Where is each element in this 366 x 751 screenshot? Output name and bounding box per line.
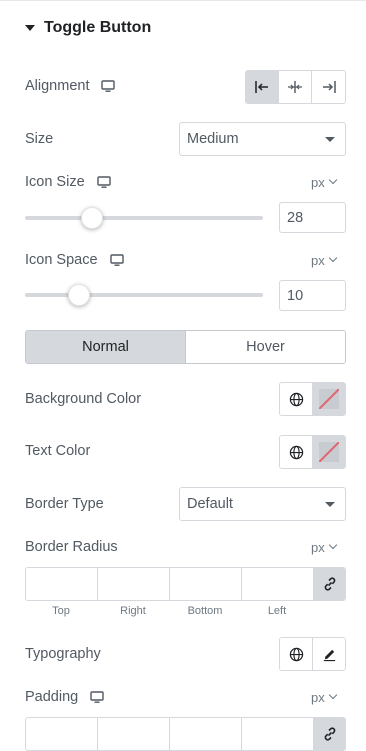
monitor-icon[interactable] <box>96 175 111 189</box>
side-label-right: Right <box>120 605 146 617</box>
chevron-down-icon <box>328 540 337 550</box>
padding-inputs <box>25 717 346 751</box>
icon-size-slider-thumb[interactable] <box>81 207 104 229</box>
border-radius-label: Border Radius <box>25 536 118 558</box>
chevron-down-icon <box>325 136 335 142</box>
typography-label: Typography <box>25 643 101 665</box>
globe-icon <box>289 392 303 406</box>
tab-hover[interactable]: Hover <box>185 331 345 363</box>
padding-unit: px <box>311 689 325 705</box>
background-color-control <box>279 382 346 416</box>
border-radius-label-text: Border Radius <box>25 539 118 555</box>
padding-top-input[interactable] <box>26 718 98 750</box>
alignment-label: Alignment <box>25 78 90 94</box>
icon-space-slider-thumb[interactable] <box>68 284 91 306</box>
chevron-down-icon <box>325 501 335 507</box>
global-colors-button[interactable] <box>280 383 312 415</box>
monitor-icon[interactable] <box>90 690 104 704</box>
side-label-top: Top <box>52 605 70 617</box>
section-title: Toggle Button <box>44 19 152 36</box>
padding-unit-select[interactable]: px <box>311 686 337 708</box>
side-label-bottom: Bottom <box>187 605 223 617</box>
tab-normal[interactable]: Normal <box>26 331 185 363</box>
text-color-label-text: Text Color <box>25 443 91 459</box>
icon-size-unit-select[interactable]: px <box>311 171 337 193</box>
section-header-toggle-button[interactable]: Toggle Button <box>25 14 151 42</box>
align-end-button[interactable] <box>312 71 345 103</box>
border-radius-right-input[interactable] <box>98 568 170 600</box>
link-values-button[interactable] <box>314 718 345 750</box>
align-center-button[interactable] <box>279 71 312 103</box>
global-typography-button[interactable] <box>280 638 312 670</box>
icon-space-unit: px <box>311 252 325 268</box>
icon-size-slider-track[interactable] <box>25 216 263 220</box>
chevron-down-icon <box>328 175 337 185</box>
background-color-label: Background Color <box>25 388 141 410</box>
border-radius-side-labels: Top Right Bottom Left <box>25 605 313 617</box>
pencil-icon <box>323 649 335 661</box>
border-radius-unit: px <box>311 539 325 555</box>
global-colors-button[interactable] <box>280 436 312 468</box>
padding-bottom-input[interactable] <box>170 718 242 750</box>
padding-left-input[interactable] <box>242 718 314 750</box>
icon-size-input[interactable]: 28 <box>279 202 346 233</box>
border-type-label-text: Border Type <box>25 496 104 512</box>
globe-icon <box>289 647 303 661</box>
padding-right-input[interactable] <box>98 718 170 750</box>
border-radius-top-input[interactable] <box>26 568 98 600</box>
border-type-label: Border Type <box>25 493 104 515</box>
align-center-icon <box>288 81 302 93</box>
size-select[interactable]: Medium <box>179 122 346 156</box>
border-radius-inputs <box>25 567 346 601</box>
chevron-down-icon <box>328 253 337 263</box>
icon-space-value: 10 <box>287 287 304 304</box>
background-color-picker[interactable] <box>312 383 345 415</box>
link-icon <box>324 577 335 591</box>
padding-label: Padding <box>25 689 79 705</box>
border-radius-bottom-input[interactable] <box>170 568 242 600</box>
icon-space-slider-track[interactable] <box>25 293 263 297</box>
icon-space-label: Icon Space <box>25 252 98 268</box>
icon-size-unit: px <box>311 174 325 190</box>
typography-label-text: Typography <box>25 646 101 662</box>
text-color-label: Text Color <box>25 440 90 462</box>
monitor-icon[interactable] <box>101 79 116 93</box>
align-end-icon <box>322 81 336 93</box>
caret-down-icon <box>25 25 35 31</box>
link-icon <box>324 727 335 741</box>
monitor-icon[interactable] <box>109 253 124 267</box>
size-select-value: Medium <box>187 131 239 147</box>
link-values-button[interactable] <box>314 568 345 600</box>
background-color-label-text: Background Color <box>25 391 142 407</box>
border-radius-left-input[interactable] <box>242 568 314 600</box>
icon-space-row-label: Icon Space <box>25 249 124 271</box>
edit-typography-button[interactable] <box>312 638 345 670</box>
icon-size-value: 28 <box>287 209 304 226</box>
alignment-control <box>245 70 346 104</box>
chevron-down-icon <box>328 690 337 700</box>
border-type-select[interactable]: Default <box>179 487 346 521</box>
align-start-button[interactable] <box>246 71 279 103</box>
icon-size-label: Icon Size <box>25 174 85 190</box>
size-label-text: Size <box>25 131 54 147</box>
no-color-swatch-icon <box>319 389 339 409</box>
no-color-swatch-icon <box>319 442 339 462</box>
icon-space-unit-select[interactable]: px <box>311 249 337 271</box>
side-label-left: Left <box>267 605 287 617</box>
icon-space-input[interactable]: 10 <box>279 280 346 311</box>
alignment-row-label: Alignment <box>25 75 116 97</box>
border-radius-unit-select[interactable]: px <box>311 536 337 558</box>
state-tabs: Normal Hover <box>25 330 346 364</box>
globe-icon <box>289 445 303 459</box>
align-start-icon <box>255 81 268 93</box>
padding-row-label: Padding <box>25 686 104 708</box>
border-type-select-value: Default <box>187 496 233 512</box>
text-color-picker[interactable] <box>312 436 345 468</box>
size-label: Size <box>25 128 53 150</box>
text-color-control <box>279 435 346 469</box>
top-divider <box>0 0 366 1</box>
typography-control <box>279 637 346 671</box>
icon-size-row-label: Icon Size <box>25 171 111 193</box>
